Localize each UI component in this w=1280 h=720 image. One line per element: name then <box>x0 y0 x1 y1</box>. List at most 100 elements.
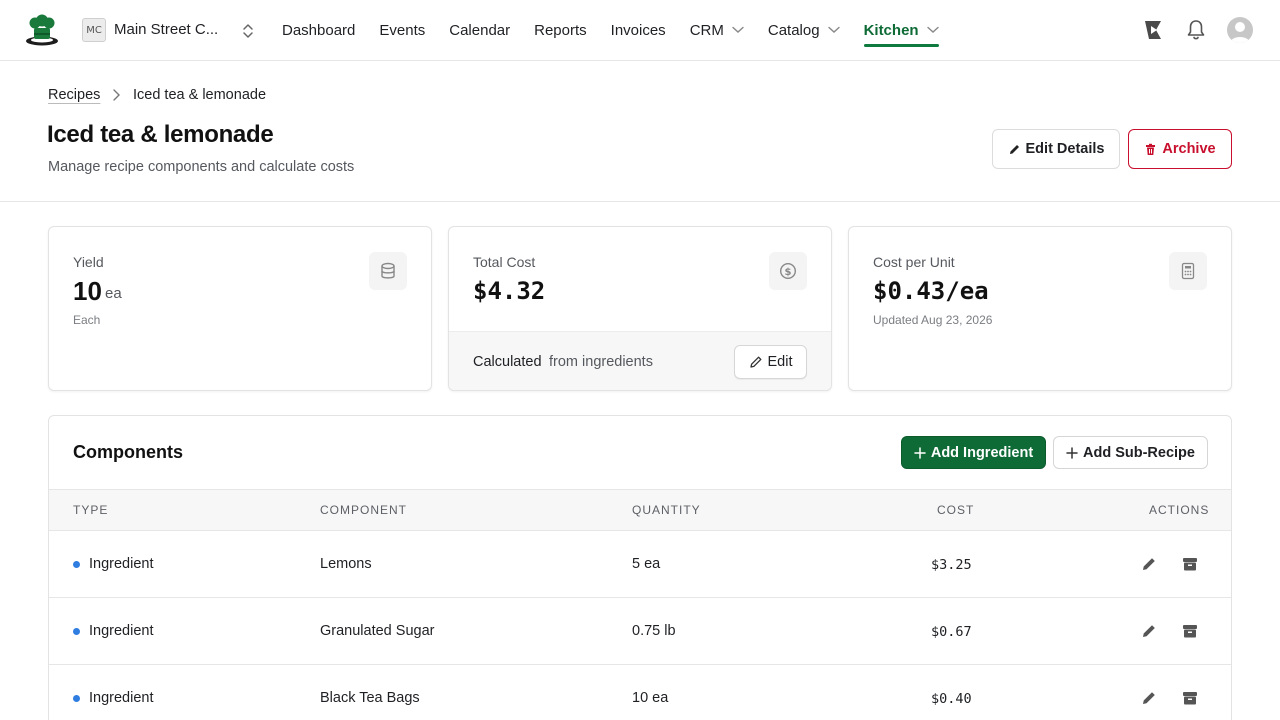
calculated-label: Calculated <box>473 354 542 370</box>
row-quantity: 0.75 lb <box>632 623 676 639</box>
row-type: Ingredient <box>89 556 154 572</box>
chevron-right-icon <box>113 89 120 101</box>
row-cost: $3.25 <box>931 557 972 573</box>
nav-item-label: Reports <box>534 21 587 39</box>
calculated-source: from ingredients <box>549 354 653 370</box>
plus-icon <box>1066 446 1078 459</box>
ingredient-type-dot <box>73 628 80 635</box>
nav-item-crm[interactable]: CRM <box>678 0 756 60</box>
column-header-type[interactable]: TYPE <box>73 503 108 517</box>
edit-total-cost-button[interactable]: Edit <box>734 345 807 379</box>
calculator-icon <box>1169 252 1207 290</box>
edit-row-pencil-icon[interactable] <box>1140 689 1158 707</box>
cost-per-unit-value: $0.43/ea <box>873 277 989 305</box>
total-cost-value: $4.32 <box>473 277 546 305</box>
add-ingredient-button[interactable]: Add Ingredient <box>901 436 1046 469</box>
components-title: Components <box>73 442 183 462</box>
yield-label: Yield <box>73 254 104 270</box>
column-header-actions: ACTIONS <box>1149 503 1210 517</box>
yield-sub: Each <box>73 313 101 327</box>
user-silhouette-icon <box>1230 22 1250 43</box>
nav-item-label: Calendar <box>449 21 511 39</box>
yield-value: 10 <box>73 276 102 306</box>
organization-avatar[interactable]: MC <box>82 18 106 42</box>
chevron-up-down-icon[interactable] <box>240 22 256 40</box>
archive-row-box-icon[interactable] <box>1181 689 1199 707</box>
table-row[interactable]: Ingredient Black Tea Bags 10 ea $0.40 <box>49 665 1231 720</box>
archive-button[interactable]: Archive <box>1128 129 1232 169</box>
row-cost: $0.67 <box>931 624 972 640</box>
add-sub-recipe-button[interactable]: Add Sub-Recipe <box>1053 436 1208 469</box>
nav-item-label: CRM <box>689 21 724 39</box>
total-cost-footer: Calculated from ingredients Edit <box>449 331 831 390</box>
page-title: Iced tea & lemonade <box>47 121 274 148</box>
breadcrumb-recipes-link[interactable]: Recipes <box>48 87 100 103</box>
cost-per-unit-label: Cost per Unit <box>873 254 955 270</box>
trash-icon <box>1146 143 1156 155</box>
nav-item-invoices[interactable]: Invoices <box>599 0 678 60</box>
ingredient-type-dot <box>73 561 80 568</box>
nav-item-events[interactable]: Events <box>367 0 437 60</box>
bell-icon[interactable] <box>1186 19 1206 41</box>
row-type: Ingredient <box>89 623 154 639</box>
pencil-icon <box>1009 144 1019 154</box>
svg-text:$: $ <box>785 267 792 278</box>
row-cost: $0.40 <box>931 691 972 707</box>
page-header: Recipes Iced tea & lemonade Iced tea & l… <box>0 61 1280 202</box>
nav-item-label: Events <box>379 21 426 39</box>
add-ingredient-label: Add Ingredient <box>930 444 1034 461</box>
components-table-header: TYPE COMPONENT QUANTITY COST ACTIONS <box>49 489 1231 531</box>
chevron-down-icon <box>926 26 939 33</box>
archive-row-box-icon[interactable] <box>1181 622 1199 640</box>
edit-row-pencil-icon[interactable] <box>1140 622 1158 640</box>
edit-details-button[interactable]: Edit Details <box>992 129 1120 169</box>
main-nav: Dashboard Events Calendar Reports Invoic… <box>270 0 951 60</box>
row-component: Granulated Sugar <box>320 623 435 639</box>
page-subtitle: Manage recipe components and calculate c… <box>48 159 355 175</box>
feedback-icon[interactable] <box>1142 18 1164 42</box>
chevron-down-icon <box>827 26 840 33</box>
row-quantity: 5 ea <box>632 556 661 572</box>
table-row[interactable]: Ingredient Granulated Sugar 0.75 lb $0.6… <box>49 598 1231 665</box>
archive-label: Archive <box>1162 141 1216 157</box>
nav-item-calendar[interactable]: Calendar <box>437 0 522 60</box>
edit-details-label: Edit Details <box>1025 141 1105 157</box>
yield-unit: ea <box>105 285 122 302</box>
pencil-outline-icon <box>749 356 761 368</box>
total-cost-card: Total Cost $ $4.32 Calculated from ingre… <box>448 226 832 391</box>
row-component: Black Tea Bags <box>320 690 420 706</box>
database-icon <box>369 252 407 290</box>
nav-item-label: Invoices <box>610 21 666 39</box>
organization-name[interactable]: Main Street C... <box>114 21 224 38</box>
add-sub-recipe-label: Add Sub-Recipe <box>1083 444 1195 461</box>
yield-card: Yield 10 ea Each <box>48 226 432 391</box>
nav-item-reports[interactable]: Reports <box>522 0 599 60</box>
column-header-quantity[interactable]: QUANTITY <box>632 503 701 517</box>
chevron-down-icon <box>732 26 744 33</box>
dollar-circle-icon: $ <box>769 252 807 290</box>
components-panel: Components Add Ingredient Add Sub-Recipe… <box>48 415 1232 720</box>
chef-hat-logo-icon[interactable] <box>24 14 60 46</box>
cost-per-unit-card: Cost per Unit $0.43/ea Updated Aug 23, 2… <box>848 226 1232 391</box>
nav-item-label: Catalog <box>767 21 820 39</box>
column-header-component[interactable]: COMPONENT <box>320 503 407 517</box>
row-quantity: 10 ea <box>632 690 669 706</box>
nav-item-kitchen[interactable]: Kitchen <box>852 0 951 60</box>
table-row[interactable]: Ingredient Lemons 5 ea $3.25 <box>49 531 1231 598</box>
nav-item-label: Kitchen <box>863 21 919 39</box>
nav-item-catalog[interactable]: Catalog <box>756 0 852 60</box>
total-cost-label: Total Cost <box>473 254 536 270</box>
breadcrumb-current: Iced tea & lemonade <box>133 87 267 103</box>
plus-icon <box>914 446 926 459</box>
column-header-cost[interactable]: COST <box>937 503 974 517</box>
nav-item-dashboard[interactable]: Dashboard <box>270 0 367 60</box>
archive-row-box-icon[interactable] <box>1181 555 1199 573</box>
top-navigation-bar: MC Main Street C... Dashboard Events Cal… <box>0 0 1280 61</box>
nav-item-label: Dashboard <box>282 21 356 39</box>
ingredient-type-dot <box>73 695 80 702</box>
cost-per-unit-updated: Updated Aug 23, 2026 <box>873 313 993 327</box>
row-type: Ingredient <box>89 690 154 706</box>
user-avatar-icon[interactable] <box>1227 17 1253 43</box>
row-component: Lemons <box>320 556 372 572</box>
edit-row-pencil-icon[interactable] <box>1140 555 1158 573</box>
